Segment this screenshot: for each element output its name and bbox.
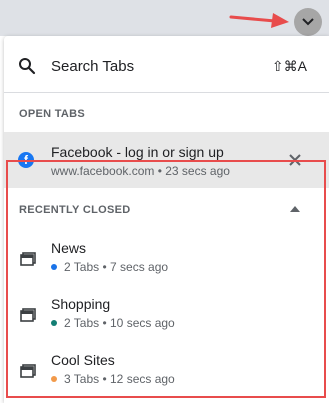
group-meta: 3 Tabs • 12 secs ago [64,372,175,386]
tab-search-button[interactable] [294,8,322,36]
divider [4,92,329,93]
group-subtitle: 2 Tabs • 10 secs ago [51,316,175,330]
closed-group-item[interactable]: Cool Sites 3 Tabs • 12 secs ago [8,346,324,402]
group-subtitle: 3 Tabs • 12 secs ago [51,372,175,386]
chevron-down-icon [302,18,314,26]
search-tabs-row[interactable]: Search Tabs ⇧⌘A [4,48,329,86]
group-title: News [51,240,87,256]
search-input[interactable]: Search Tabs [51,58,134,75]
tab-group-icon [20,364,36,378]
open-tabs-heading: OPEN TABS [19,108,86,120]
tab-group-icon [20,308,36,322]
open-tab-title: Facebook - log in or sign up [51,144,224,160]
closed-group-item[interactable]: News 2 Tabs • 7 secs ago [8,234,324,290]
group-color-dot [51,320,57,326]
group-meta: 2 Tabs • 10 secs ago [64,316,175,330]
group-title: Shopping [51,296,111,312]
closed-group-item[interactable]: Shopping 2 Tabs • 10 secs ago [8,290,324,346]
group-meta: 2 Tabs • 7 secs ago [64,260,169,274]
tab-group-icon [20,252,36,266]
search-shortcut: ⇧⌘A [271,58,307,74]
tab-search-panel: Search Tabs ⇧⌘A OPEN TABS f Facebook - l… [4,36,329,403]
caret-up-icon[interactable] [290,206,300,212]
group-color-dot [51,376,57,382]
group-title: Cool Sites [51,352,115,368]
group-color-dot [51,264,57,270]
search-icon [19,58,36,75]
pointer-arrow-annotation [229,13,289,28]
recently-closed-heading: RECENTLY CLOSED [19,204,131,216]
group-subtitle: 2 Tabs • 7 secs ago [51,260,168,274]
